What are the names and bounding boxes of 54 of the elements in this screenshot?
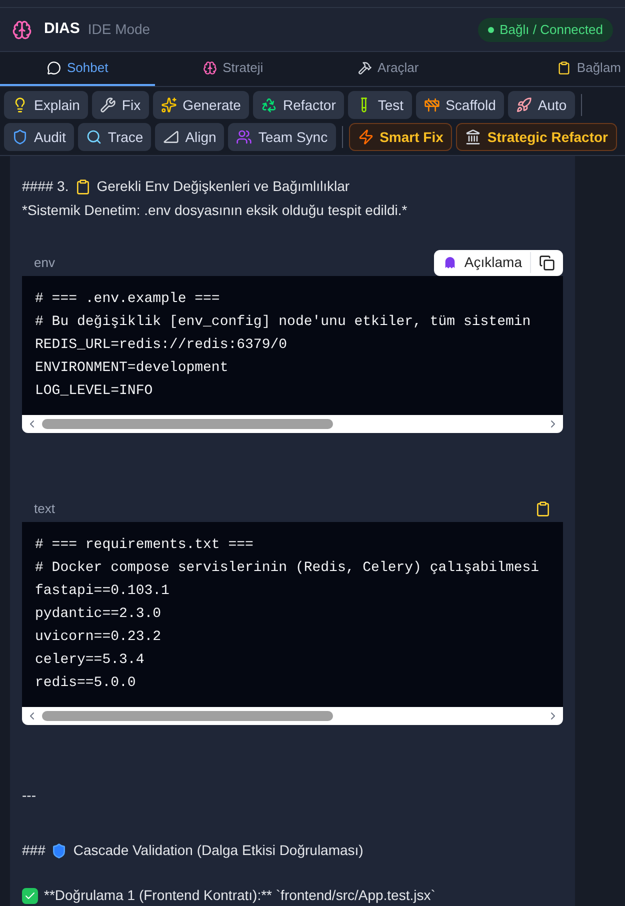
checkmark-icon <box>22 888 38 904</box>
horizontal-rule-text: --- <box>22 786 37 805</box>
tool-button[interactable]: Generate <box>152 91 249 119</box>
copy-icon[interactable] <box>539 254 555 270</box>
shield-icon <box>12 129 28 145</box>
building-icon <box>465 129 482 145</box>
tool-button[interactable]: Team Sync <box>228 123 336 151</box>
app-title: DIAS <box>44 19 80 40</box>
code-language: text <box>34 500 55 518</box>
code-language: env <box>34 254 55 272</box>
tool-button[interactable]: Test <box>348 91 412 119</box>
tool-button[interactable]: Refactor <box>252 91 344 119</box>
rocket-icon <box>516 97 532 113</box>
tool-button[interactable]: Explain <box>4 91 88 119</box>
tab[interactable]: Bağlam <box>466 52 625 86</box>
section-heading: Gerekli Env Değişkenleri ve Bağımlılıklar <box>96 177 350 196</box>
tool-button[interactable]: Fix <box>92 91 149 119</box>
shield-icon <box>51 842 68 858</box>
section-heading: Cascade Validation (Dalga Etkisi Doğrulaması) <box>73 841 364 860</box>
ruler-icon <box>163 129 180 145</box>
tools-icon <box>358 61 372 75</box>
sparkles-icon <box>160 97 177 113</box>
tab[interactable]: Strateji <box>155 52 310 86</box>
note-paragraph: *Sistemik Denetim: .env dosyasının eksik olduğu tespit edildi.* <box>22 201 408 220</box>
wrench-icon <box>100 97 116 113</box>
tool-button[interactable]: Smart Fix <box>348 123 452 151</box>
lightning-icon <box>358 129 374 145</box>
validation-item: **Doğrulama 1 (Frontend Kontratı):** `frontend/src/App.test.jsx` <box>44 886 436 905</box>
clipboard-icon <box>556 61 571 75</box>
horizontal-scrollbar[interactable] <box>22 415 563 433</box>
code-block: # === .env.example === # Bu değişiklik [env_config] node'unu etkiler, tüm sistemin REDIS_URL=redis://redis:6379/0 ENVIRONMENT=development LOG_LEVEL=INFO <box>22 276 563 415</box>
people-icon <box>236 129 252 145</box>
tool-button[interactable]: Auto <box>508 91 575 119</box>
scrollbar-thumb[interactable] <box>42 419 333 429</box>
tool-button[interactable]: Strategic Refactor <box>456 123 617 151</box>
magnifier-icon <box>86 129 102 145</box>
tool-button[interactable]: Align <box>155 123 224 151</box>
clipboard-icon[interactable] <box>535 500 551 516</box>
scrollbar-thumb[interactable] <box>42 711 333 721</box>
horizontal-scrollbar[interactable] <box>22 707 563 725</box>
status-label: Bağlı / Connected <box>500 20 603 39</box>
clipboard-icon <box>74 178 91 194</box>
brain-icon <box>202 61 217 75</box>
tab[interactable]: Araçlar <box>310 52 466 86</box>
speech-bubble-icon <box>47 61 62 75</box>
brain-logo-icon <box>12 20 32 40</box>
heading-prefix: ### <box>22 841 46 860</box>
tool-button[interactable]: Audit <box>4 123 74 151</box>
recycle-icon <box>260 97 277 113</box>
tool-button[interactable]: Scaffold <box>416 91 504 119</box>
heading-prefix: #### 3. <box>22 177 69 196</box>
tool-button[interactable]: Trace <box>78 123 152 151</box>
app-mode: IDE Mode <box>88 20 150 39</box>
code-block: # === requirements.txt === # Docker compose servislerinin (Redis, Celery) çalışabilmesi fastapi==0.103.1 pydantic==2.3.0 uvicorn==0.23.2 celery==5.3.4 redis==5.0.0 <box>22 522 563 707</box>
